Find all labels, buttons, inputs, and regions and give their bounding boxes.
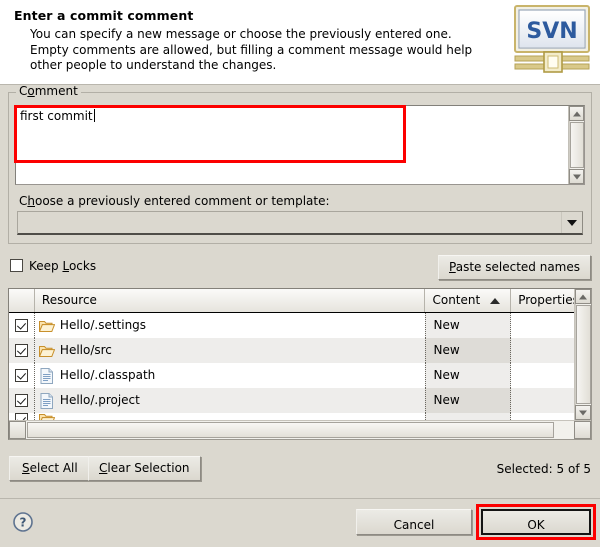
- svg-text:SVN: SVN: [526, 19, 577, 44]
- dialog-header: Enter a commit comment You can specify a…: [0, 0, 600, 85]
- row-properties-cell: [511, 388, 574, 413]
- row-properties-cell: [511, 338, 574, 363]
- checkbox-checked-icon[interactable]: [15, 394, 28, 407]
- table-row[interactable]: Hello/.classpath New: [9, 363, 574, 388]
- row-checkbox[interactable]: [9, 413, 35, 420]
- selection-toolbar: Select All Clear Selection Selected: 5 o…: [0, 450, 600, 486]
- row-checkbox[interactable]: [9, 363, 35, 388]
- commit-comment-dialog: Enter a commit comment You can specify a…: [0, 0, 600, 547]
- checkbox-checked-icon[interactable]: [15, 319, 28, 332]
- scroll-left-icon[interactable]: [9, 421, 26, 439]
- row-resource-cell: Hello/src: [35, 338, 426, 363]
- row-resource-label: Hello/.settings: [59, 318, 147, 332]
- table-row[interactable]: Hello/.settings New: [9, 313, 574, 338]
- table-header-row: Resource Content Properties: [9, 289, 574, 313]
- row-content-cell: New: [425, 338, 512, 363]
- file-icon: [40, 392, 53, 409]
- table-vscroll-thumb[interactable]: [576, 305, 591, 404]
- table-vertical-scrollbar[interactable]: [574, 289, 591, 420]
- checkbox-checked-icon[interactable]: [15, 413, 28, 420]
- folder-icon: [38, 414, 55, 420]
- table-row[interactable]: Hello/.project New: [9, 388, 574, 413]
- sort-ascending-icon: [490, 298, 501, 304]
- paste-selected-names-button[interactable]: Paste selected names: [438, 255, 591, 280]
- scroll-right-icon[interactable]: [574, 421, 591, 439]
- column-header-resource[interactable]: Resource: [34, 289, 426, 312]
- file-icon: [40, 367, 53, 384]
- description-line-2: Empty comments are allowed, but filling …: [30, 42, 473, 57]
- resources-table: Resource Content Properties Hello/.setti…: [8, 288, 592, 440]
- description-line-3: other people to understand the changes.: [30, 58, 277, 72]
- comment-group: Comment first commit Choose a previously…: [8, 85, 592, 244]
- svg-text:?: ?: [20, 516, 27, 530]
- comment-vertical-scrollbar[interactable]: [568, 106, 584, 184]
- previous-comment-dropdown[interactable]: [17, 211, 583, 235]
- comment-value: first commit: [20, 109, 93, 123]
- row-resource-cell: [35, 413, 426, 420]
- checkbox-checked-icon[interactable]: [15, 344, 28, 357]
- keep-locks-checkbox[interactable]: Keep Locks: [10, 259, 96, 273]
- comment-group-label: Comment: [16, 85, 81, 97]
- row-content-cell: New: [425, 313, 512, 338]
- row-content-cell: New: [425, 388, 512, 413]
- folder-icon: [38, 345, 55, 357]
- comment-scroll-track[interactable]: [569, 121, 584, 169]
- row-properties-cell: [511, 413, 574, 420]
- checkbox-checked-icon[interactable]: [15, 369, 28, 382]
- dialog-footer: ? Cancel OK: [0, 498, 600, 547]
- keep-locks-row: Keep Locks Paste selected names: [0, 252, 600, 284]
- table-hscroll-thumb[interactable]: [27, 422, 554, 438]
- scroll-down-icon[interactable]: [575, 405, 591, 420]
- table-hscroll-track[interactable]: [26, 421, 574, 439]
- page-title: Enter a commit comment: [14, 8, 194, 23]
- row-resource-label: Hello/src: [59, 343, 112, 357]
- keep-locks-label: Keep Locks: [29, 259, 97, 273]
- row-resource-label: Hello/.classpath: [59, 368, 156, 382]
- row-resource-cell: Hello/.settings: [35, 313, 426, 338]
- selected-count-status: Selected: 5 of 5: [496, 462, 591, 476]
- chevron-down-icon[interactable]: [561, 212, 582, 233]
- row-resource-cell: Hello/.project: [35, 388, 426, 413]
- cancel-button[interactable]: Cancel: [356, 509, 472, 535]
- row-content-cell: [425, 413, 512, 420]
- row-resource-cell: Hello/.classpath: [35, 363, 426, 388]
- checkbox-icon[interactable]: [10, 259, 23, 272]
- scroll-up-icon[interactable]: [575, 289, 591, 304]
- table-row[interactable]: Hello/src New: [9, 338, 574, 363]
- comment-scroll-thumb[interactable]: [570, 122, 584, 168]
- row-checkbox[interactable]: [9, 313, 35, 338]
- description-line-1: You can specify a new message or choose …: [30, 27, 452, 41]
- column-header-content[interactable]: Content: [425, 289, 512, 312]
- ok-button[interactable]: OK: [481, 509, 591, 535]
- column-header-properties[interactable]: Properties: [511, 289, 574, 312]
- column-header-checkbox[interactable]: [9, 289, 35, 312]
- resources-table-viewport: Resource Content Properties Hello/.setti…: [9, 289, 574, 420]
- help-question-icon[interactable]: ?: [12, 511, 34, 533]
- row-checkbox[interactable]: [9, 388, 35, 413]
- svn-logo-icon: SVN: [514, 5, 590, 73]
- scroll-up-icon[interactable]: [569, 106, 584, 121]
- select-all-button[interactable]: Select All: [9, 456, 91, 481]
- table-row[interactable]: [9, 413, 574, 420]
- row-checkbox[interactable]: [9, 338, 35, 363]
- table-horizontal-scrollbar[interactable]: [9, 420, 591, 439]
- table-vscroll-track[interactable]: [575, 304, 591, 405]
- dialog-description: You can specify a new message or choose …: [30, 27, 500, 74]
- comment-textarea[interactable]: first commit: [15, 105, 585, 185]
- comment-text-content[interactable]: first commit: [16, 106, 568, 184]
- row-properties-cell: [511, 363, 574, 388]
- folder-icon: [38, 320, 55, 332]
- choose-comment-label: Choose a previously entered comment or t…: [19, 194, 330, 208]
- row-content-cell: New: [425, 363, 512, 388]
- row-resource-label: Hello/.project: [59, 393, 140, 407]
- row-properties-cell: [511, 313, 574, 338]
- text-caret: [93, 109, 95, 122]
- previous-comment-selected-value: [18, 212, 561, 233]
- clear-selection-button[interactable]: Clear Selection: [88, 456, 201, 481]
- scroll-down-icon[interactable]: [569, 169, 584, 184]
